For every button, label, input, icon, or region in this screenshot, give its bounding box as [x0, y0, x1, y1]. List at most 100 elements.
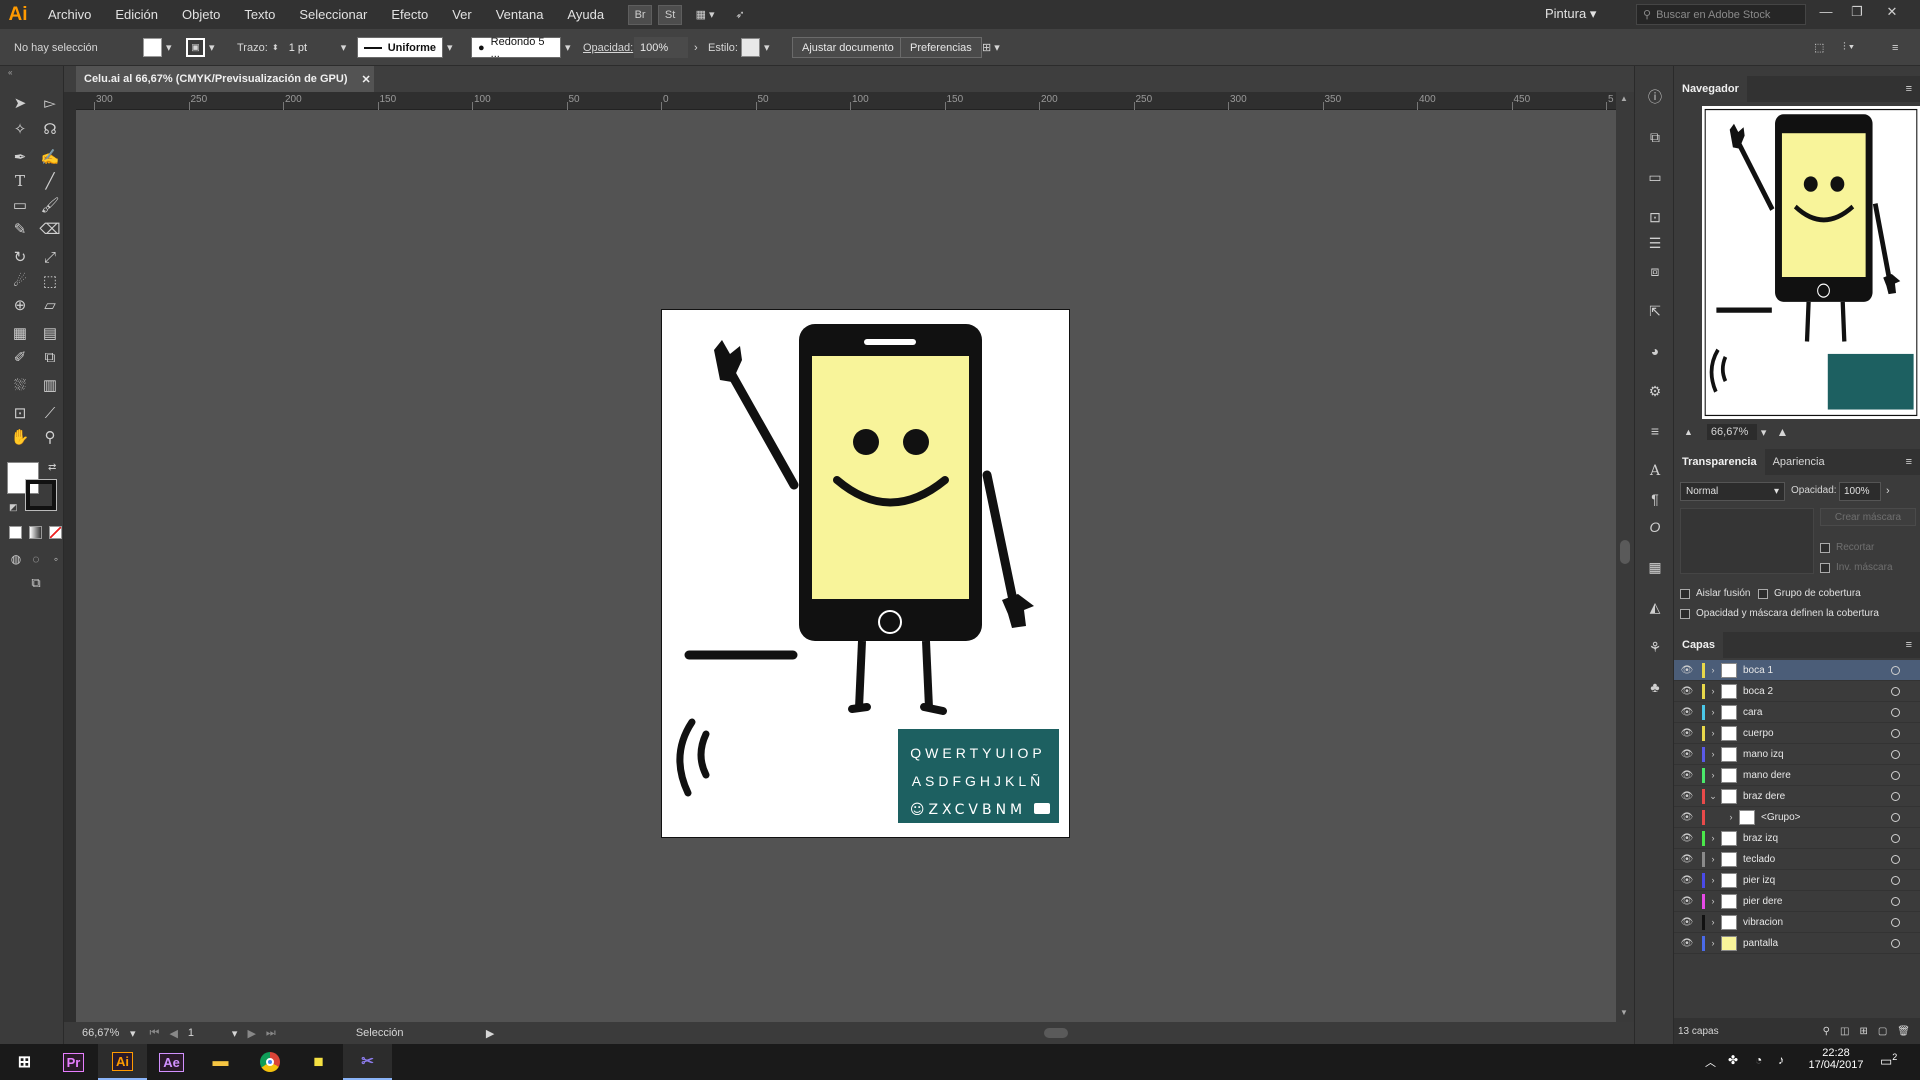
transform-icon[interactable]: ⧉ [1643, 126, 1667, 148]
taskbar-app-1[interactable]: Ai [98, 1044, 147, 1080]
navigator-menu-icon[interactable]: ≡ [1906, 83, 1912, 95]
bridge-button[interactable]: Br [628, 4, 653, 25]
new-sublayer-icon[interactable]: ⊞ [1859, 1026, 1867, 1037]
knockout-group-checkbox[interactable]: Grupo de cobertura [1758, 588, 1861, 599]
status-tool[interactable]: Selección [356, 1027, 486, 1039]
rotate-tool-icon[interactable]: ↻ [8, 246, 32, 268]
target-circle-icon[interactable] [1891, 770, 1900, 780]
symbol-sprayer-icon[interactable]: ⛆ [8, 374, 32, 396]
expand-right-icon[interactable]: › [1705, 770, 1721, 780]
artboard-dropdown-icon[interactable]: ▾ [232, 1027, 238, 1040]
stock-search-input[interactable]: ⚲ Buscar en Adobe Stock [1636, 4, 1806, 25]
visibility-eye-icon[interactable]: 👁 [1678, 875, 1696, 886]
lasso-tool-icon[interactable]: ☊ [38, 118, 62, 140]
stroke-swatch[interactable]: ▣ ▾ [186, 37, 215, 58]
eraser-tool-icon[interactable]: ⌫ [38, 218, 62, 240]
layer-row[interactable]: 👁 › mano izq [1674, 744, 1920, 765]
stroke-weight-field[interactable]: ⬍ 1 pt ▾ [272, 37, 346, 58]
expand-down-icon[interactable]: ⌄ [1705, 791, 1721, 802]
artboards-icon[interactable]: ⊡ [1643, 206, 1667, 228]
eyedropper-icon[interactable]: ✐ [8, 346, 32, 368]
artboard-nav-next-icon[interactable]: ▶ [247, 1027, 255, 1040]
visibility-eye-icon[interactable]: 👁 [1678, 707, 1696, 718]
menu-6[interactable]: Ver [440, 0, 484, 29]
navigator-tab[interactable]: Navegador [1674, 76, 1747, 102]
gpu-rocket-icon[interactable]: ➶ [728, 5, 752, 25]
artboard-number[interactable]: 1 [188, 1027, 232, 1039]
visibility-eye-icon[interactable]: 👁 [1678, 833, 1696, 844]
menu-5[interactable]: Efecto [379, 0, 440, 29]
warp-tool-icon[interactable]: ☄ [8, 270, 32, 292]
stroke-panel-icon[interactable]: ≡ [1643, 420, 1667, 442]
transparency-opacity-field[interactable]: 100% [1839, 482, 1881, 501]
visibility-eye-icon[interactable]: 👁 [1678, 917, 1696, 928]
taskbar-app-0[interactable]: Pr [49, 1044, 98, 1080]
blend-mode-select[interactable]: Normal ▾ [1680, 482, 1785, 501]
color-guide-icon[interactable]: ◕ [1643, 340, 1667, 362]
clip-checkbox[interactable]: Recortar [1820, 542, 1874, 553]
clipping-mask-icon[interactable]: ◫ [1840, 1026, 1849, 1037]
artboard-tool-icon[interactable]: ⊡ [8, 402, 32, 424]
direct-selection-tool-icon[interactable]: ▻ [38, 92, 62, 114]
menu-1[interactable]: Edición [103, 0, 170, 29]
magic-wand-icon[interactable]: ✧ [8, 118, 32, 140]
expand-right-icon[interactable]: › [1705, 875, 1721, 885]
volume-icon[interactable]: ♪ [1778, 1053, 1784, 1067]
minimize-icon[interactable]: — [1814, 4, 1838, 24]
snipping-tool-icon[interactable]: ✂ [343, 1044, 392, 1080]
visibility-eye-icon[interactable]: 👁 [1678, 812, 1696, 823]
free-transform-icon[interactable]: ⬚ [38, 270, 62, 292]
windows-start-icon[interactable]: ⊞ [0, 1044, 49, 1080]
isolate-icon[interactable]: ⬚ [1814, 37, 1824, 58]
style-swatch[interactable]: ▾ [741, 37, 770, 58]
expand-right-icon[interactable]: › [1705, 728, 1721, 738]
pathfinder-icon[interactable]: ⧈ [1643, 260, 1667, 282]
brush-definition[interactable]: ● Redondo 5 ... ▾ [471, 36, 571, 60]
character-icon[interactable]: A [1643, 460, 1667, 482]
preferences-button[interactable]: Preferencias [900, 37, 982, 58]
target-circle-icon[interactable] [1891, 728, 1900, 738]
screen-mode-icon[interactable]: ⧉ [24, 572, 48, 594]
visibility-eye-icon[interactable]: 👁 [1678, 791, 1696, 802]
scroll-down-icon[interactable]: ▼ [1620, 1008, 1628, 1017]
expand-right-icon[interactable]: › [1705, 917, 1721, 927]
target-circle-icon[interactable] [1891, 686, 1900, 696]
menu-4[interactable]: Seleccionar [287, 0, 379, 29]
status-menu-icon[interactable]: ▶ [486, 1027, 494, 1040]
opacity-slider-icon[interactable]: › [1886, 485, 1890, 497]
locate-object-icon[interactable]: ⚲ [1823, 1026, 1830, 1037]
layer-row[interactable]: 👁 › boca 1 [1674, 660, 1920, 681]
scroll-up-icon[interactable]: ▲ [1620, 94, 1628, 103]
zoom-field[interactable]: 66,67% [82, 1027, 130, 1039]
pen-tool-icon[interactable]: ✒ [8, 146, 32, 168]
layer-row[interactable]: 👁 › boca 2 [1674, 681, 1920, 702]
invert-mask-checkbox[interactable]: Inv. máscara [1820, 562, 1893, 573]
target-circle-icon[interactable] [1891, 791, 1900, 801]
tab-appearance[interactable]: Apariencia [1765, 449, 1833, 475]
zoom-in-icon[interactable]: ▲ [1776, 425, 1788, 439]
zoom-dropdown-icon[interactable]: ▾ [130, 1027, 136, 1040]
layers-menu-icon[interactable]: ≡ [1906, 639, 1912, 651]
expand-right-icon[interactable]: › [1705, 833, 1721, 843]
visibility-eye-icon[interactable]: 👁 [1678, 749, 1696, 760]
layer-row[interactable]: 👁 › cuerpo [1674, 723, 1920, 744]
menu-0[interactable]: Archivo [36, 0, 103, 29]
expand-right-icon[interactable]: › [1705, 749, 1721, 759]
target-circle-icon[interactable] [1891, 938, 1900, 948]
swatches-icon[interactable]: ▦ [1643, 556, 1667, 578]
file-explorer-icon[interactable]: ▬ [196, 1044, 245, 1080]
visibility-eye-icon[interactable]: 👁 [1678, 770, 1696, 781]
zoom-tool-icon[interactable]: ⚲ [38, 426, 62, 448]
layer-row[interactable]: 👁 › <Grupo> [1674, 807, 1920, 828]
isolate-blending-checkbox[interactable]: Aislar fusión [1680, 588, 1750, 599]
rectangle-tool-icon[interactable]: ▭ [8, 194, 32, 216]
variable-width-profile[interactable]: Uniforme ▾ [357, 37, 453, 58]
curvature-tool-icon[interactable]: ✍ [38, 146, 62, 168]
shape-builder-icon[interactable]: ⊕ [8, 294, 32, 316]
gradient-tool-icon[interactable]: ▤ [38, 322, 62, 344]
target-circle-icon[interactable] [1891, 707, 1900, 717]
layer-row[interactable]: 👁 › vibracion [1674, 912, 1920, 933]
line-tool-icon[interactable]: ╱ [38, 170, 62, 192]
taskbar-app-2[interactable]: Ae [147, 1044, 196, 1080]
horizontal-scroll-thumb[interactable] [1044, 1028, 1068, 1038]
